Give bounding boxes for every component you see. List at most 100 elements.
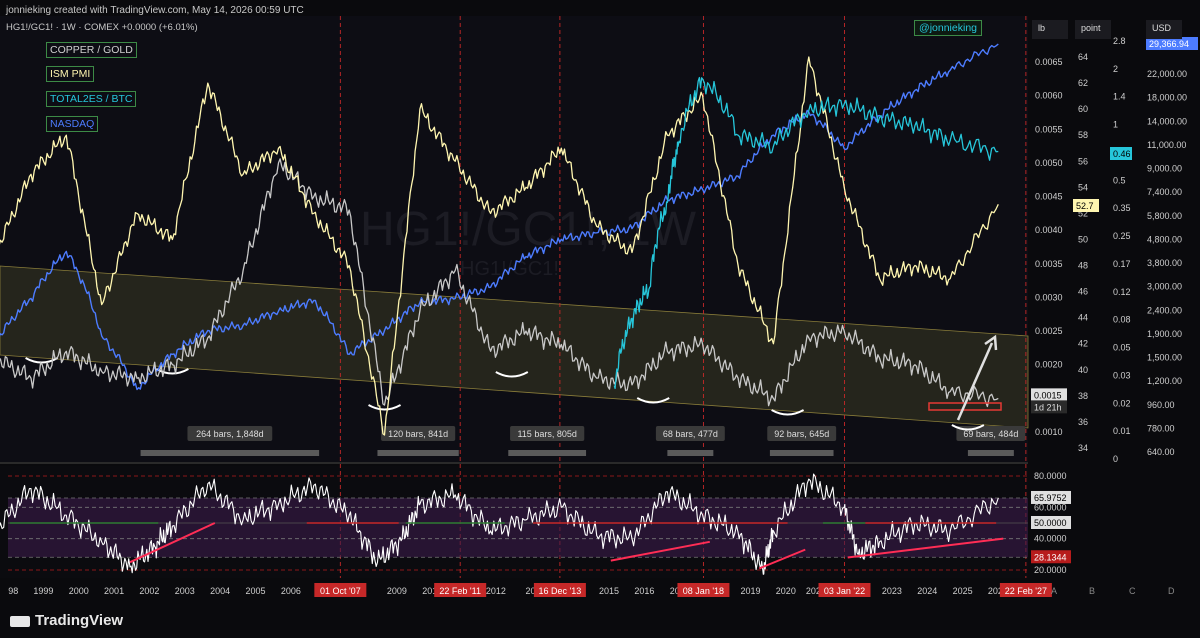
logo-mark-icon: [10, 615, 30, 627]
copper-gold-tick: 0.0020: [1035, 360, 1063, 370]
time-axis-year: 2003: [175, 586, 195, 596]
total2es-tick: 2: [1113, 64, 1118, 74]
ism-tick: 40: [1078, 365, 1088, 375]
scale-header-point[interactable]: point: [1075, 20, 1111, 39]
ism-tick: 34: [1078, 443, 1088, 453]
time-axis-year: 98: [8, 586, 18, 596]
date-marker-label: 01 Oct '07: [320, 586, 361, 596]
footer-bar: [0, 604, 1200, 638]
cycle-range-bar: [967, 450, 1014, 456]
scale-letter: B: [1089, 586, 1095, 596]
rsi-level-label: 40.0000: [1034, 534, 1067, 544]
total2es-tick: 0.25: [1113, 231, 1131, 241]
time-axis-year: 2012: [486, 586, 506, 596]
copper-gold-tick: 0.0050: [1035, 158, 1063, 168]
copper-gold-tick: 0.0030: [1035, 292, 1063, 302]
scale-letter: D: [1168, 586, 1175, 596]
total2es-tick: 0.12: [1113, 287, 1131, 297]
cycle-range-bar: [667, 450, 714, 456]
nasdaq-tick: 9,000.00: [1147, 164, 1182, 174]
credit-text: jonnieking created with TradingView.com,…: [6, 5, 304, 16]
ism-tick: 46: [1078, 287, 1088, 297]
chart-frame: HG1!/GC1!, 1W HG1!/GC1! 264 bars, 1,848d 12…: [0, 0, 1200, 638]
nasdaq-tick: 11,000.00: [1147, 140, 1186, 150]
price-tag-ism: 52.7: [1076, 201, 1094, 211]
nasdaq-tick: 780.00: [1147, 423, 1175, 433]
nasdaq-tick: 1,900.00: [1147, 329, 1182, 339]
rsi-level-label: 20.0000: [1034, 565, 1067, 575]
legend-ism-pmi[interactable]: ISM PMI: [46, 66, 95, 82]
nasdaq-tick: 2,400.00: [1147, 305, 1182, 315]
scale-letter: A: [1051, 586, 1057, 596]
copper-gold-tick: 0.0010: [1035, 427, 1063, 437]
time-axis-year: 2020: [776, 586, 796, 596]
scale-header-lb[interactable]: lb: [1032, 20, 1068, 39]
total2es-tick: 0.05: [1113, 343, 1131, 353]
cycle-label: 264 bars, 1,848d: [196, 429, 264, 439]
nasdaq-tick: 4,800.00: [1147, 234, 1182, 244]
total2es-tick: 0.08: [1113, 315, 1131, 325]
total2es-tick: 0: [1113, 454, 1118, 464]
date-marker-label: 16 Dec '13: [539, 586, 582, 596]
copper-gold-tick: 0.0035: [1035, 259, 1063, 269]
ism-tick: 54: [1078, 182, 1088, 192]
time-axis-year: 2009: [387, 586, 407, 596]
nasdaq-tick: 1,500.00: [1147, 353, 1182, 363]
cycle-label: 69 bars, 484d: [963, 429, 1018, 439]
nasdaq-tick: 22,000.00: [1147, 69, 1187, 79]
total2es-tick: 0.5: [1113, 175, 1126, 185]
legend-label: COPPER / GOLD: [50, 44, 133, 56]
legend-label: NASDAQ: [50, 118, 95, 130]
time-axis-year: 2000: [69, 586, 89, 596]
total2es-tick: 0.02: [1113, 398, 1131, 408]
copper-gold-tick: 0.0060: [1035, 91, 1063, 101]
time-axis-year: 2024: [917, 586, 937, 596]
ism-tick: 56: [1078, 156, 1088, 166]
total2es-tick: 0.01: [1113, 426, 1131, 436]
nasdaq-tick: 3,800.00: [1147, 258, 1182, 268]
ism-tick: 50: [1078, 234, 1088, 244]
price-tag-total2es: 0.46: [1113, 149, 1131, 159]
time-axis-year: 2016: [634, 586, 654, 596]
time-axis-year: 2004: [210, 586, 230, 596]
legend-nasdaq[interactable]: NASDAQ: [46, 116, 99, 132]
nasdaq-tick: 14,000.00: [1147, 116, 1187, 126]
nasdaq-tick: 640.00: [1147, 447, 1175, 457]
nasdaq-tick: 960.00: [1147, 400, 1175, 410]
legend-label: ISM PMI: [50, 68, 91, 80]
date-marker-label: 22 Feb '27: [1005, 586, 1047, 596]
ism-tick: 62: [1078, 78, 1088, 88]
rsi-level-label: 50.0000: [1034, 518, 1067, 528]
chart-canvas[interactable]: HG1!/GC1!, 1WHG1!/GC1!264 bars, 1,848d 12…: [0, 0, 1200, 638]
time-axis-year: 2025: [953, 586, 973, 596]
nasdaq-tick: 5,800.00: [1147, 211, 1182, 221]
price-tag-copper-gold: 0.0015: [1034, 390, 1062, 400]
copper-gold-tick: 0.0040: [1035, 225, 1063, 235]
legend-copper-gold[interactable]: COPPER / GOLD: [46, 42, 137, 58]
cycle-range-bar: [140, 450, 320, 456]
ism-tick: 36: [1078, 417, 1088, 427]
rsi-level-label: 80.0000: [1034, 471, 1067, 481]
tradingview-logo[interactable]: TradingView: [10, 612, 123, 629]
copper-gold-tick: 0.0025: [1035, 326, 1063, 336]
brand-name: TradingView: [35, 612, 124, 629]
ism-tick: 38: [1078, 391, 1088, 401]
time-axis-year: 2002: [139, 586, 159, 596]
legend-label: TOTAL2ES / BTC: [50, 93, 133, 105]
total2es-tick: 0.03: [1113, 370, 1131, 380]
watermark-big: HG1!/GC1!, 1W: [360, 203, 697, 256]
cycle-label: 68 bars, 477d: [663, 429, 718, 439]
ism-tick: 48: [1078, 261, 1088, 271]
time-axis-year: 2015: [599, 586, 619, 596]
author-handle: @jonnieking: [914, 20, 982, 36]
cycle-label: 120 bars, 841d: [388, 429, 448, 439]
copper-gold-tick: 0.0055: [1035, 124, 1063, 134]
nasdaq-tick: 3,000.00: [1147, 282, 1182, 292]
nasdaq-tick: 1,200.00: [1147, 376, 1182, 386]
legend-total2es-btc[interactable]: TOTAL2ES / BTC: [46, 91, 137, 107]
scale-letter: C: [1129, 586, 1136, 596]
scale-header-usd[interactable]: USD: [1146, 20, 1182, 39]
ism-tick: 58: [1078, 130, 1088, 140]
cycle-range-bar: [508, 450, 587, 456]
time-axis-year: 1999: [33, 586, 53, 596]
